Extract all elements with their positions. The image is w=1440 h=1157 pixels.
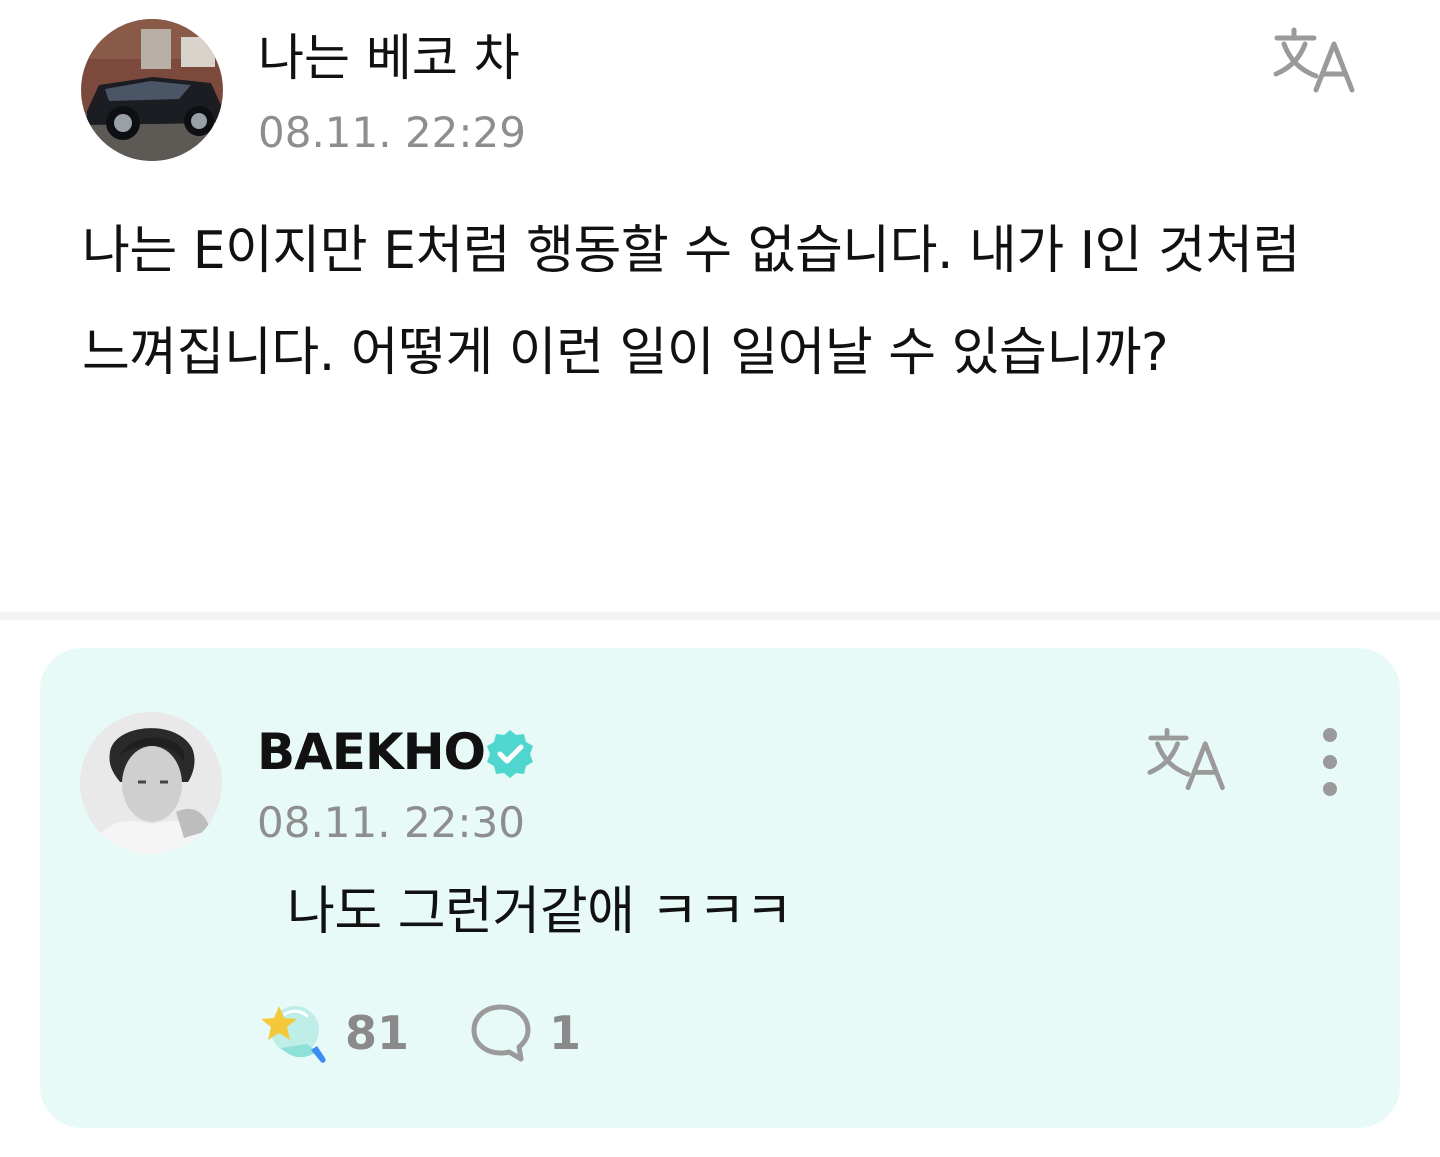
- reply-card: BAEKHO 08.11. 22:30 나도 그런거같애 ㅋㅋㅋ 81 1: [40, 648, 1400, 1128]
- post-author-name[interactable]: 나는 베코 차: [258, 28, 520, 88]
- comment-count: 1: [549, 1006, 582, 1060]
- reply-timestamp: 08.11. 22:30: [257, 798, 525, 847]
- post-author-avatar[interactable]: [81, 19, 223, 161]
- more-vertical-icon: [1308, 728, 1352, 796]
- translate-icon: [1147, 727, 1225, 791]
- reply-author-name[interactable]: BAEKHO: [257, 722, 486, 782]
- speech-bubble-icon: [471, 1004, 531, 1062]
- post-timestamp: 08.11. 22:29: [258, 108, 526, 157]
- post-body-text: 나는 E이지만 E처럼 행동할 수 없습니다. 내가 I인 것처럼 느껴집니다.…: [82, 221, 1300, 383]
- translate-icon: [1273, 27, 1355, 93]
- post-translate-button[interactable]: [1272, 24, 1362, 96]
- like-count: 81: [345, 1006, 410, 1060]
- star-bubble-like-icon: [261, 1006, 326, 1063]
- section-divider: [0, 612, 1440, 620]
- comment-button[interactable]: 1: [469, 998, 589, 1068]
- car-photo-avatar: [81, 19, 223, 161]
- reply-author-avatar[interactable]: [80, 712, 222, 854]
- reply-translate-button[interactable]: [1146, 724, 1232, 794]
- verified-badge-icon: [487, 730, 533, 778]
- more-options-button[interactable]: [1308, 728, 1352, 798]
- like-button[interactable]: 81: [257, 998, 417, 1068]
- post: 나는 베코 차 08.11. 22:29 나는 E이지만 E처럼 행동할 수 없…: [0, 0, 1440, 610]
- portrait-photo-avatar: [80, 712, 222, 854]
- reply-body-text: 나도 그런거같애 ㅋㅋㅋ: [287, 882, 793, 942]
